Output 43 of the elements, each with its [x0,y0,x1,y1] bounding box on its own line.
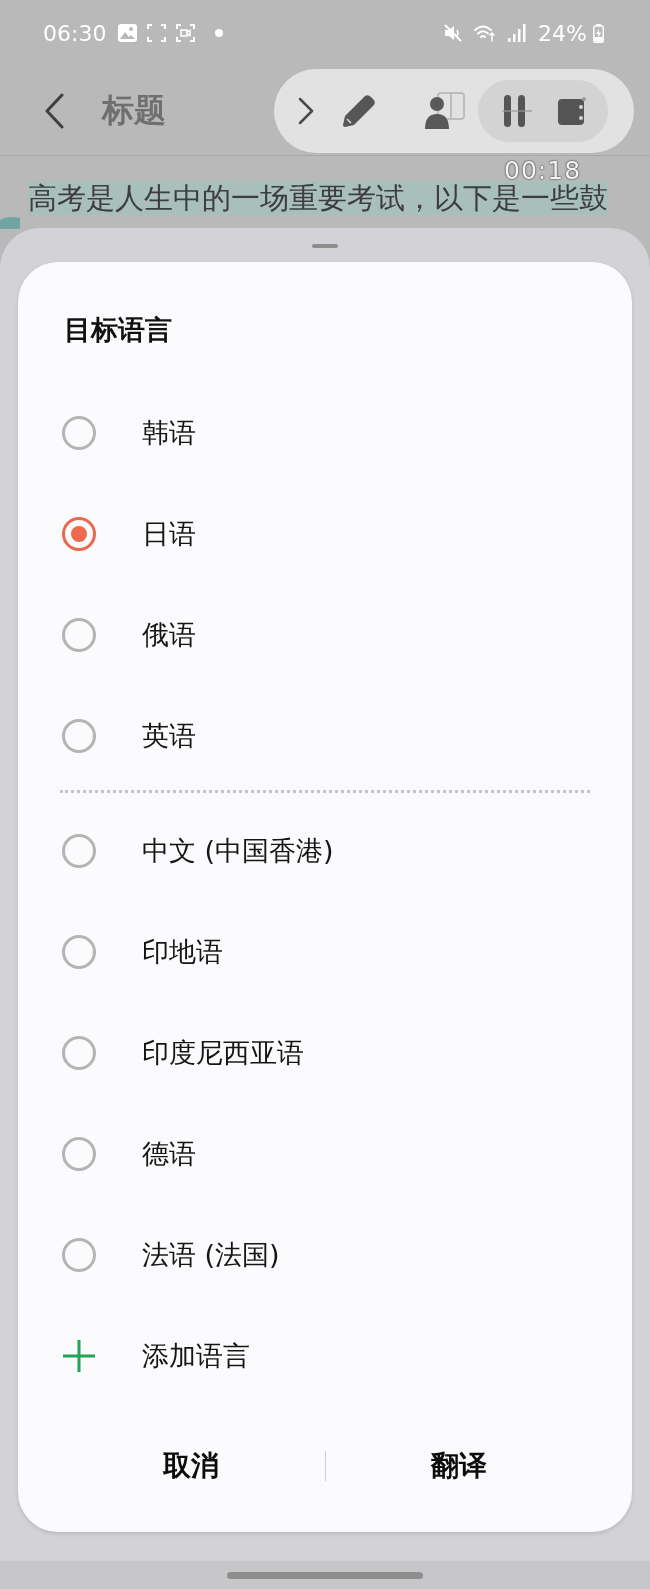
plus-icon [62,1338,96,1373]
radio-button[interactable] [62,1136,96,1171]
language-label: 英语 [142,718,196,753]
pencil-icon [342,93,376,128]
language-label: 中文 (中国香港) [142,833,334,868]
battery-percent: 24% [538,20,587,46]
radio-button[interactable] [62,1237,96,1272]
radio-button[interactable] [62,1035,96,1070]
chevron-right-icon [298,96,314,125]
radio-button[interactable] [62,934,96,969]
screen-record-icon [176,24,196,42]
back-icon [44,92,64,129]
person-icon [424,91,466,130]
dot-icon [215,29,224,37]
pause-icon [500,92,533,129]
translate-button[interactable]: 翻译 [325,1426,592,1506]
cancel-button[interactable]: 取消 [58,1426,325,1506]
radio-button[interactable] [62,516,96,551]
language-label: 印地语 [142,934,223,969]
language-label: 日语 [142,516,196,551]
radio-button[interactable] [62,833,96,868]
status-time: 06:30 [43,20,107,46]
add-language-button[interactable]: 添加语言 [62,1337,250,1374]
battery-charging-icon [593,23,604,43]
picture-icon [118,24,138,42]
wifi-icon [474,24,497,42]
stop-icon [557,95,586,126]
language-label: 印度尼西亚语 [142,1035,304,1070]
selection-handle-icon [0,216,20,229]
radio-button[interactable] [62,617,96,652]
mute-icon [444,24,463,42]
language-label: 法语 (法国) [142,1237,280,1272]
language-label: 韩语 [142,415,196,450]
radio-button[interactable] [62,415,96,450]
language-label: 俄语 [142,617,196,652]
screenshot-frame-icon [147,24,167,42]
signal-icon [508,24,527,42]
selected-note-text: 高考是人生中的一场重要考试，以下是一些鼓 [28,181,608,215]
language-label: 德语 [142,1136,196,1171]
sheet-handle[interactable] [312,244,338,248]
dialog-title: 目标语言 [64,314,172,346]
page-title: 标题 [102,89,166,131]
radio-button[interactable] [62,718,96,753]
